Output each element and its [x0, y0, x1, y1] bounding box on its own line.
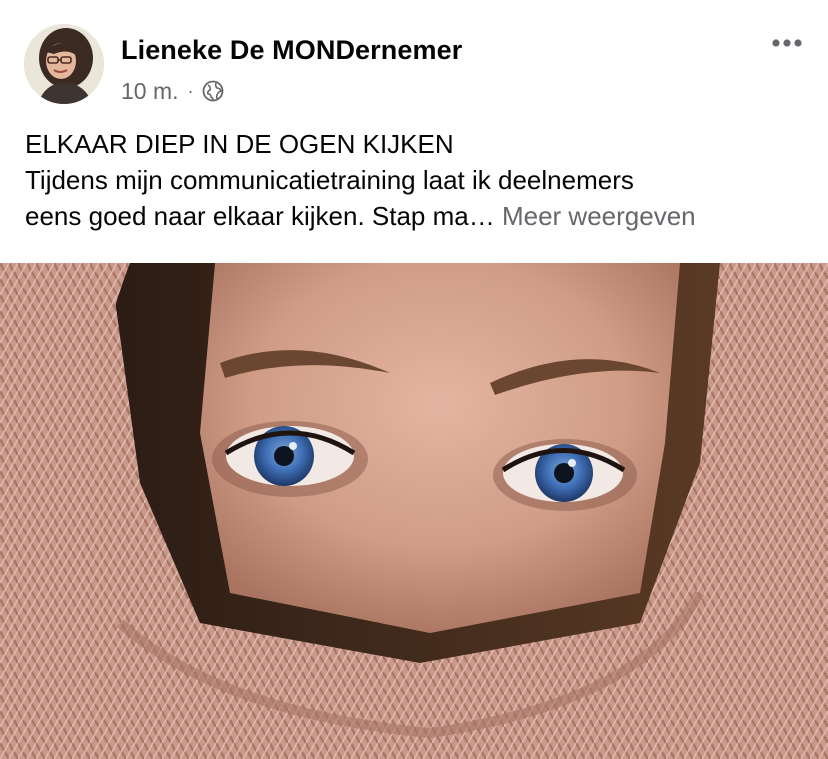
- post-text-line: Tijdens mijn communicatietraining laat i…: [25, 165, 634, 195]
- post-header: Lieneke De MONDernemer 10 m. ·: [0, 0, 828, 115]
- author-name[interactable]: Lieneke De MONDernemer: [121, 35, 462, 66]
- post-text: ELKAAR DIEP IN DE OGEN KIJKEN Tijdens mi…: [25, 126, 815, 234]
- post-meta: 10 m. ·: [121, 76, 224, 106]
- see-more-link[interactable]: Meer weergeven: [502, 201, 696, 231]
- more-options-button[interactable]: [765, 28, 809, 58]
- woman-eyes-photo: [0, 263, 828, 759]
- post-text-truncated: eens goed naar elkaar kijken. Stap ma…: [25, 201, 495, 231]
- post-title-line: ELKAAR DIEP IN DE OGEN KIJKEN: [25, 129, 454, 159]
- globe-icon[interactable]: [202, 80, 224, 102]
- post-text-line: eens goed naar elkaar kijken. Stap ma… M…: [25, 198, 815, 234]
- more-dots-icon: [772, 39, 802, 47]
- facebook-post: Lieneke De MONDernemer 10 m. · ELKAAR DI…: [0, 0, 828, 759]
- author-avatar[interactable]: [24, 24, 104, 104]
- avatar-photo: [24, 24, 104, 104]
- post-timestamp[interactable]: 10 m.: [121, 78, 179, 105]
- post-photo[interactable]: [0, 263, 828, 759]
- meta-separator: ·: [187, 80, 194, 101]
